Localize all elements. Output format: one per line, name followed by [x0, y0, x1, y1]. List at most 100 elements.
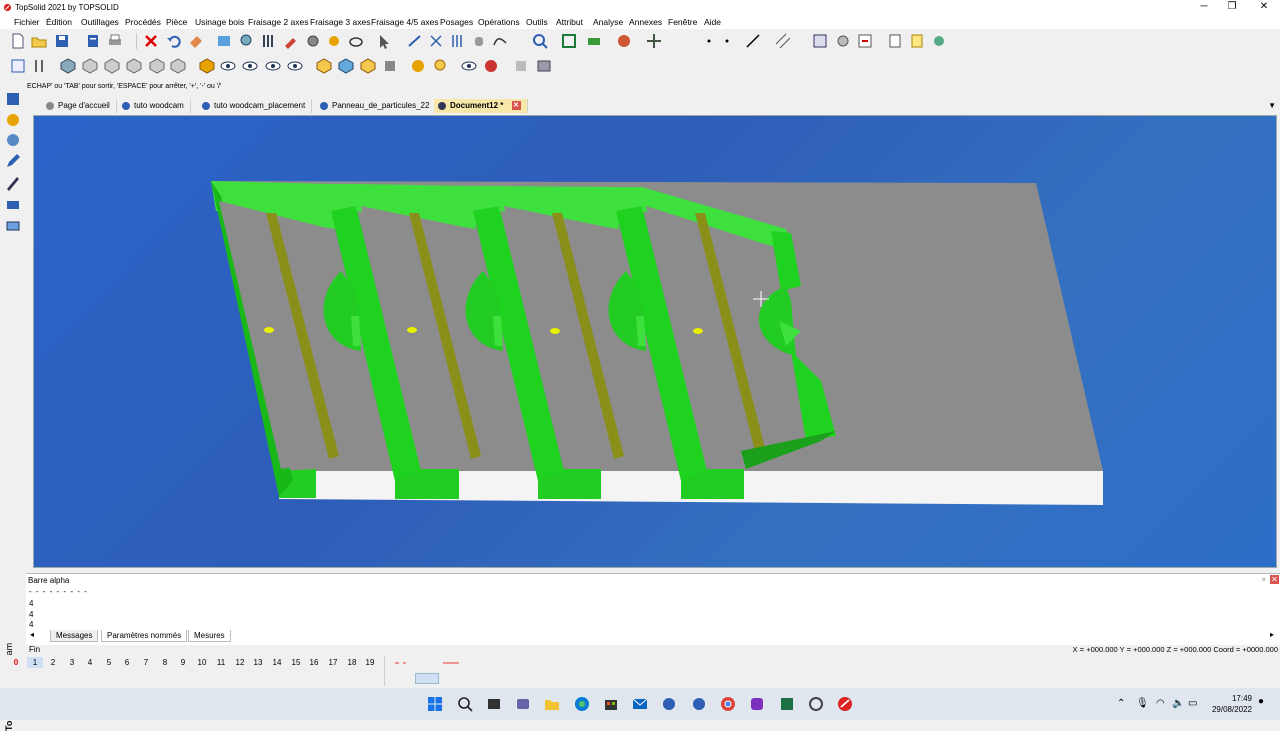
tab-page-accueil[interactable]: Page d'accueil — [42, 99, 117, 113]
layer-0[interactable]: 0 — [8, 657, 24, 668]
rotate-icon[interactable] — [315, 57, 333, 75]
eraser-icon[interactable] — [187, 32, 205, 50]
layer-4[interactable]: 4 — [82, 657, 98, 668]
layer-19[interactable]: 19 — [362, 657, 378, 668]
delete-icon[interactable] — [142, 32, 160, 50]
layer-11[interactable]: 11 — [213, 657, 229, 668]
settings-icon[interactable] — [807, 695, 825, 713]
tabs-menu-chevron-icon[interactable]: ▼ — [1268, 101, 1276, 110]
assembly-icon[interactable] — [4, 111, 22, 129]
close-tab-icon[interactable]: ✕ — [511, 101, 521, 111]
cam-icon[interactable] — [4, 217, 22, 235]
menu-outillages[interactable]: Outillages — [81, 17, 119, 27]
scroll-right-icon[interactable]: ▸ — [1270, 630, 1274, 639]
menu-procedes[interactable]: Procédés — [125, 17, 161, 27]
app-gear-icon[interactable] — [660, 695, 678, 713]
layer-13[interactable]: 13 — [250, 657, 266, 668]
pencil-icon[interactable] — [4, 152, 22, 170]
layer-17[interactable]: 17 — [325, 657, 341, 668]
line-style-preview-icon[interactable] — [393, 658, 463, 668]
zoom-view-icon[interactable] — [238, 32, 256, 50]
open-folder-icon[interactable] — [30, 32, 48, 50]
tool-wrench-icon[interactable] — [282, 32, 300, 50]
sketch-icon[interactable] — [491, 32, 509, 50]
layer-mgr-icon[interactable] — [811, 32, 829, 50]
menu-edition[interactable]: Édition — [46, 17, 72, 27]
stop-icon[interactable] — [381, 57, 399, 75]
new-document-icon[interactable] — [9, 32, 27, 50]
layer-6[interactable]: 6 — [119, 657, 135, 668]
layer-7[interactable]: 7 — [138, 657, 154, 668]
menu-posages[interactable]: Posages — [440, 17, 473, 27]
scroll-left-icon[interactable]: ◂ — [30, 630, 34, 639]
mail-icon[interactable] — [631, 695, 649, 713]
volume-icon[interactable]: 🔈 — [1172, 698, 1184, 709]
tab-tuto-woodcam-placement[interactable]: tuto woodcam_placement — [198, 99, 313, 113]
view-top-icon[interactable] — [103, 57, 121, 75]
panel-close-icon[interactable]: ✕ — [1270, 575, 1279, 584]
parallel-lines-icon[interactable] — [448, 32, 466, 50]
print-icon[interactable] — [106, 32, 124, 50]
pan-icon[interactable] — [337, 57, 355, 75]
menu-outils[interactable]: Outils — [526, 17, 548, 27]
panel-pin-icon[interactable]: ▫ — [1259, 575, 1268, 584]
drafting-icon[interactable] — [4, 131, 22, 149]
wood-tool-icon[interactable] — [4, 174, 22, 192]
note-icon[interactable] — [908, 32, 926, 50]
tab-panneau-de-particules[interactable]: Panneau_de_particules_22 — [316, 99, 437, 113]
gear-settings-icon[interactable] — [834, 32, 852, 50]
menu-fichier[interactable]: Fichier — [14, 17, 40, 27]
zoom-extents-icon[interactable] — [560, 32, 578, 50]
shading-icon[interactable] — [198, 57, 216, 75]
render-mode-icon[interactable] — [615, 32, 633, 50]
save-icon[interactable] — [53, 32, 71, 50]
chat-icon[interactable] — [514, 695, 532, 713]
wizard-icon[interactable] — [930, 32, 948, 50]
view-options-icon[interactable] — [585, 32, 603, 50]
microphone-icon[interactable]: 🎙 — [1136, 698, 1149, 709]
undo-icon[interactable] — [165, 32, 183, 50]
layer-14[interactable]: 14 — [269, 657, 285, 668]
export-icon[interactable] — [856, 32, 874, 50]
edge-browser-icon[interactable] — [573, 695, 591, 713]
hatch-icon[interactable] — [774, 32, 792, 50]
menu-analyse[interactable]: Analyse — [593, 17, 623, 27]
orbit-icon[interactable] — [359, 57, 377, 75]
gears-icon[interactable] — [304, 32, 322, 50]
inspect-icon[interactable] — [432, 57, 450, 75]
wifi-icon[interactable]: ◠ — [1156, 698, 1165, 709]
layer-10[interactable]: 10 — [194, 657, 210, 668]
shaded-eye-icon[interactable] — [264, 57, 282, 75]
render-eye-icon[interactable] — [286, 57, 304, 75]
cut-icon[interactable] — [427, 32, 445, 50]
layer-2[interactable]: 2 — [45, 657, 61, 668]
document-icon[interactable] — [886, 32, 904, 50]
point-tool-icon[interactable] — [700, 32, 718, 50]
view-left-icon[interactable] — [148, 57, 166, 75]
layer-15[interactable]: 15 — [288, 657, 304, 668]
draw-arrow-icon[interactable] — [406, 32, 424, 50]
menu-aide[interactable]: Aide — [704, 17, 721, 27]
excel-icon[interactable] — [778, 695, 796, 713]
layer-18[interactable]: 18 — [344, 657, 360, 668]
measure-icon[interactable] — [347, 32, 365, 50]
layer-9[interactable]: 9 — [175, 657, 191, 668]
color-swatch[interactable] — [415, 673, 439, 684]
machining-icon[interactable] — [325, 32, 343, 50]
point-tool-alt-icon[interactable] — [718, 32, 736, 50]
menu-piece[interactable]: Pièce — [166, 17, 187, 27]
redraw-icon[interactable] — [215, 32, 233, 50]
menu-fraisage-3-axes[interactable]: Fraisage 3 axes — [310, 17, 370, 27]
topsolid-taskbar-icon[interactable] — [836, 695, 854, 713]
3d-viewport[interactable] — [33, 115, 1277, 568]
search-icon[interactable] — [456, 695, 474, 713]
close-window-button[interactable]: ✕ — [1248, 0, 1280, 15]
maximize-button[interactable]: ❐ — [1216, 0, 1248, 15]
explode-icon[interactable] — [482, 57, 500, 75]
notification-icon[interactable]: ● — [1258, 696, 1264, 707]
tab-messages[interactable]: Messages — [50, 630, 99, 642]
design-icon[interactable] — [4, 90, 22, 108]
panel-icon[interactable] — [4, 196, 22, 214]
view-iso-icon[interactable] — [59, 57, 77, 75]
layer-16[interactable]: 16 — [306, 657, 322, 668]
